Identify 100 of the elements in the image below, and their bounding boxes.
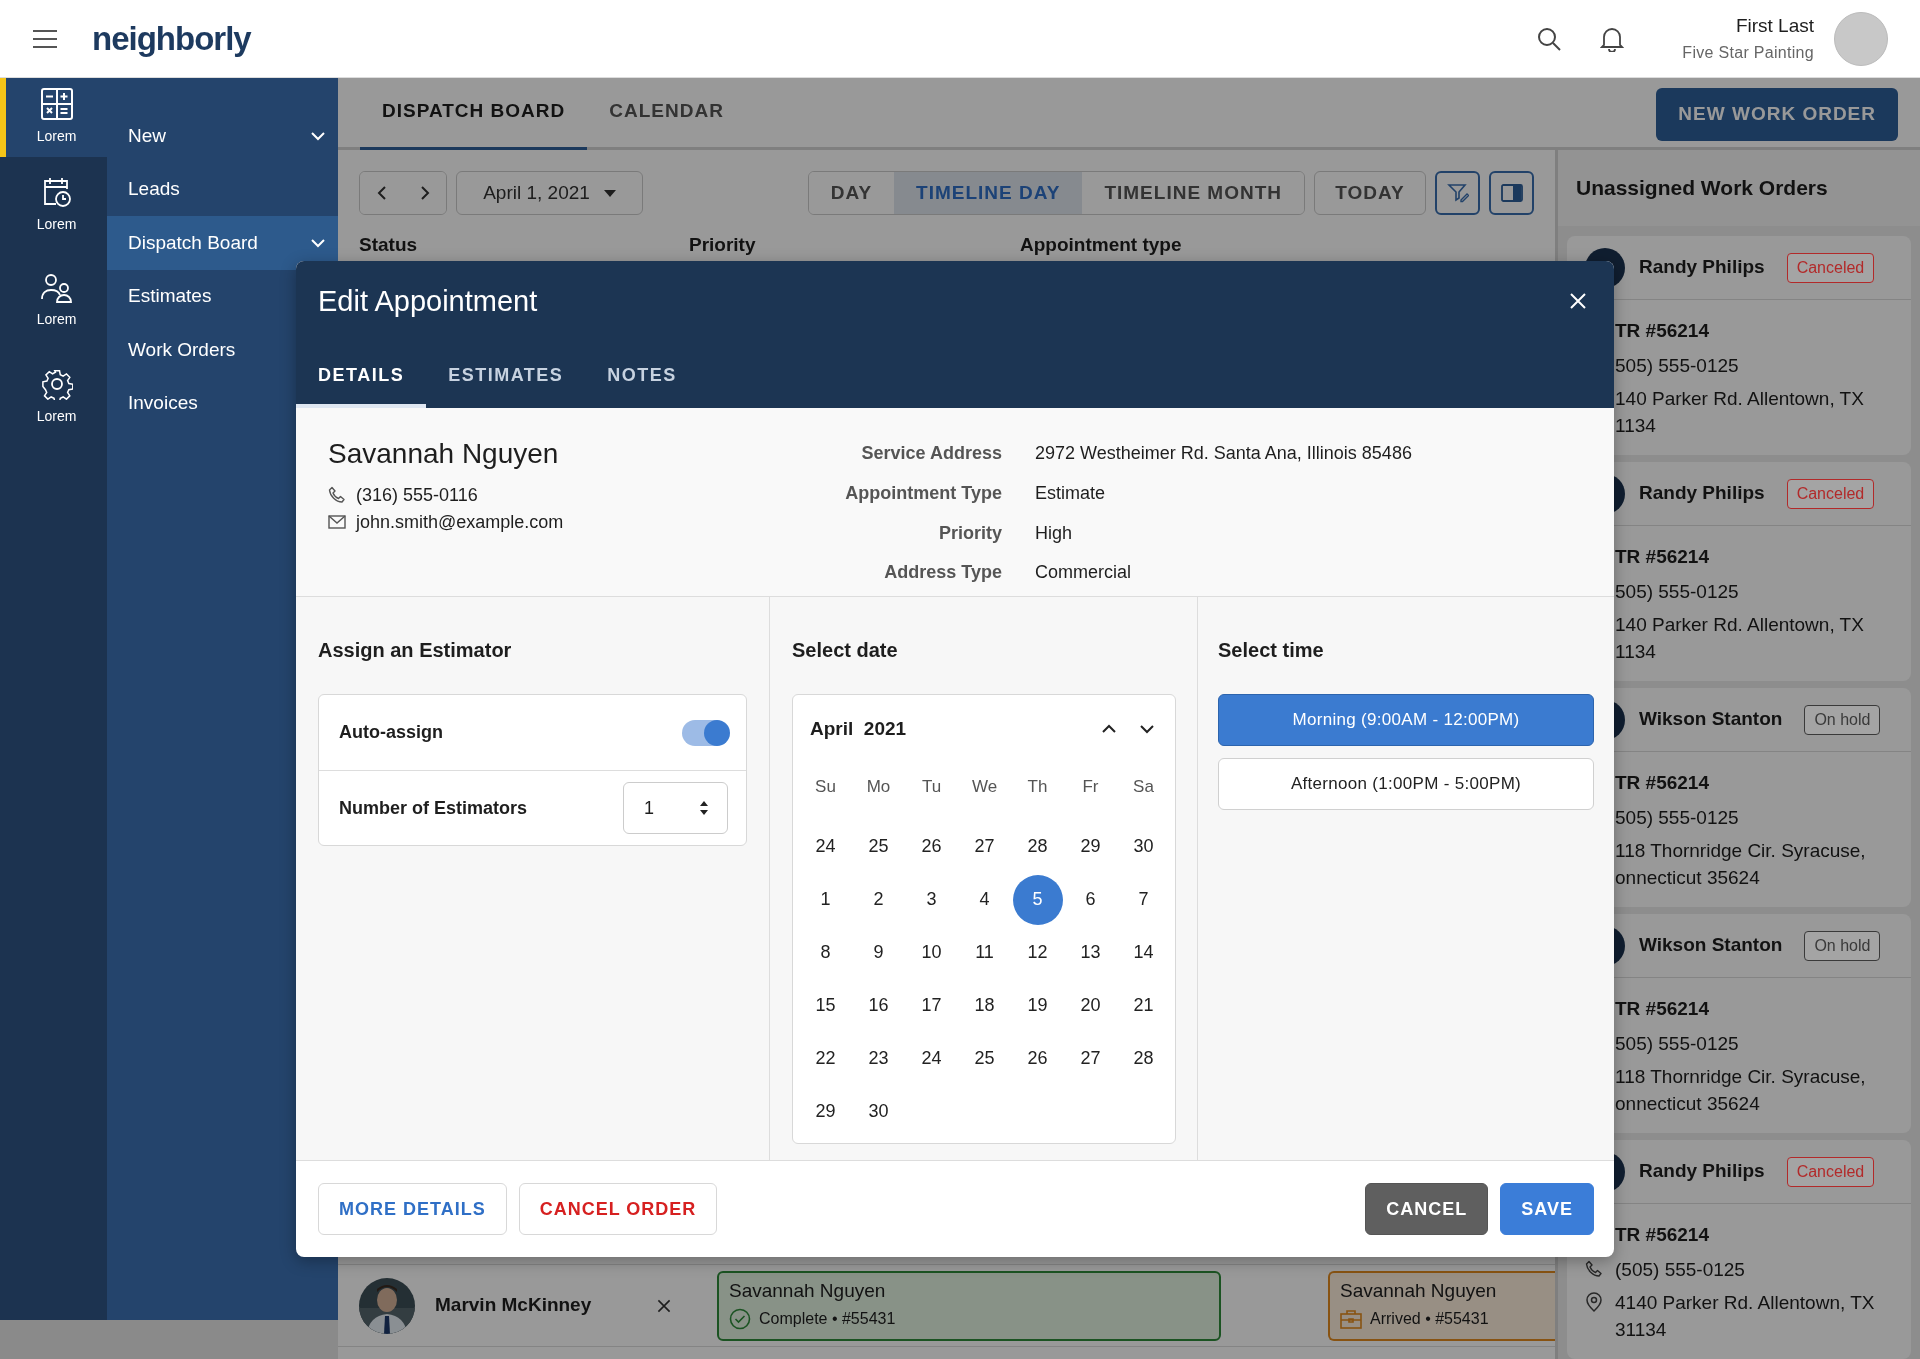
calendar-day[interactable]: 8 — [800, 927, 851, 978]
status-badge: On hold — [1804, 930, 1881, 961]
tab[interactable]: NOTES — [585, 346, 699, 408]
panel-icon — [1500, 184, 1523, 202]
calendar-day[interactable]: 15 — [800, 980, 851, 1031]
appointment-card[interactable]: Savannah Nguyen Complete • #55431 — [717, 1270, 1221, 1341]
tab[interactable]: DISPATCH BOARD — [360, 96, 588, 150]
calendar-day[interactable]: 4 — [959, 874, 1010, 925]
address: 140 Parker Rd. Allentown, TX 1134 — [1615, 613, 1864, 664]
calendar-day[interactable]: 18 — [959, 980, 1010, 1031]
calendar-day[interactable]: 26 — [1012, 1033, 1063, 1084]
calendar-day[interactable]: 19 — [1012, 980, 1063, 1031]
phone-icon — [1585, 1260, 1603, 1278]
time-slot-button[interactable]: Morning (9:00AM - 12:00PM) — [1218, 694, 1594, 746]
order-number: TR #56214 — [1615, 545, 1709, 569]
phone-number: 505) 555-0125 — [1615, 580, 1739, 604]
calendar-day[interactable]: 9 — [853, 927, 904, 978]
calendar-day[interactable]: 25 — [853, 821, 904, 872]
bell-icon[interactable] — [1600, 25, 1625, 52]
calendar-day[interactable]: 14 — [1118, 927, 1169, 978]
pin-icon — [1585, 1292, 1603, 1312]
customer-name: Wikson Stanton — [1639, 933, 1783, 958]
customer-name: Savannah Nguyen — [729, 1278, 887, 1303]
close-icon — [1568, 291, 1588, 311]
status-badge: Canceled — [1786, 478, 1875, 509]
tab[interactable]: ESTIMATES — [426, 346, 586, 408]
calendar-day[interactable]: 25 — [959, 1033, 1010, 1084]
calendar-day[interactable]: 13 — [1065, 927, 1116, 978]
calendar-day[interactable]: 12 — [1012, 927, 1063, 978]
phone-number: (505) 555-0125 — [1615, 1258, 1745, 1282]
address: 118 Thornridge Cir. Syracuse, onnecticut 35624 — [1615, 839, 1866, 890]
panel-toggle-button[interactable] — [1489, 171, 1534, 215]
calendar-day[interactable]: 7 — [1118, 874, 1169, 925]
column-header: Status — [359, 233, 419, 257]
rail-item[interactable]: Lorem — [0, 78, 107, 157]
appointment-status: Arrived • #55431 — [1370, 1308, 1489, 1329]
calendar-day[interactable]: 24 — [906, 1033, 957, 1084]
more-details-button[interactable]: MORE DETAILS — [318, 1183, 507, 1235]
new-work-order-button[interactable]: NEW WORK ORDER — [1656, 88, 1898, 141]
calendar-day[interactable]: 3 — [906, 874, 957, 925]
calendar-day[interactable]: 22 — [800, 1033, 851, 1084]
rail-item[interactable]: Lorem — [0, 349, 107, 445]
filter-button[interactable] — [1435, 171, 1480, 215]
calendar-day[interactable]: 5 — [1012, 874, 1063, 925]
calendar-day[interactable]: 1 — [800, 874, 851, 925]
appointment-status: Complete • #55431 — [759, 1308, 896, 1329]
calendar-day[interactable]: 27 — [959, 821, 1010, 872]
nav-item[interactable]: New — [107, 109, 338, 163]
calendar-day[interactable]: 17 — [906, 980, 957, 1031]
customer-name: Randy Philips — [1639, 255, 1765, 280]
calendar-day[interactable]: 30 — [1118, 821, 1169, 872]
chevron-right-icon — [419, 185, 430, 201]
field-value: Commercial — [1035, 561, 1132, 585]
rail-item[interactable]: Lorem — [0, 253, 107, 349]
field-value: 2972 Westheimer Rd. Santa Ana, Illinois 85486 — [1035, 442, 1412, 465]
cancel-button[interactable]: CANCEL — [1365, 1183, 1489, 1235]
menu-icon[interactable] — [32, 28, 58, 49]
calendar-day[interactable]: 16 — [853, 980, 904, 1031]
today-button[interactable]: TODAY — [1314, 171, 1426, 215]
calendar-day[interactable]: 28 — [1012, 821, 1063, 872]
calendar-day[interactable]: 29 — [800, 1086, 851, 1137]
nav-item[interactable]: Leads — [107, 162, 338, 216]
month-label: April 2021 — [810, 716, 907, 741]
calendar-day[interactable]: 6 — [1065, 874, 1116, 925]
remove-icon[interactable] — [656, 1297, 672, 1314]
order-number: TR #56214 — [1615, 997, 1709, 1021]
calendar-day[interactable]: 23 — [853, 1033, 904, 1084]
calculator-icon — [40, 88, 73, 120]
rail-item[interactable]: Lorem — [0, 157, 107, 253]
phone-number: 505) 555-0125 — [1615, 806, 1739, 830]
section-title: Select time — [1218, 638, 1325, 663]
calendar-day[interactable]: 10 — [906, 927, 957, 978]
person-name: Marvin McKinney — [435, 1293, 593, 1318]
calendar-day[interactable]: 20 — [1065, 980, 1116, 1031]
save-button[interactable]: SAVE — [1500, 1183, 1594, 1235]
weekday-label: Su — [815, 776, 836, 799]
appointment-card[interactable]: Savannah Nguyen Arrived • #55431 — [1328, 1270, 1555, 1341]
calendar-day[interactable]: 28 — [1118, 1033, 1169, 1084]
dialog-title: Edit Appointment — [318, 284, 538, 319]
toggle-switch[interactable] — [682, 719, 728, 746]
weekday-label: Th — [1027, 776, 1048, 799]
cancel-order-button[interactable]: CANCEL ORDER — [518, 1183, 718, 1235]
calendar-day[interactable]: 11 — [959, 927, 1010, 978]
customer-name: Randy Philips — [1639, 481, 1765, 506]
calendar-day[interactable]: 29 — [1065, 821, 1116, 872]
weekday-label: Tu — [921, 776, 942, 799]
calendar-day[interactable]: 24 — [800, 821, 851, 872]
search-icon[interactable] — [1536, 25, 1563, 52]
time-slot-button[interactable]: Afternoon (1:00PM - 5:00PM) — [1218, 758, 1594, 810]
tab[interactable]: CALENDAR — [587, 96, 746, 150]
number-field[interactable]: 1 — [623, 782, 728, 834]
date-dropdown[interactable]: April 1, 2021 — [456, 171, 643, 215]
calendar-day[interactable]: 30 — [853, 1086, 904, 1137]
calendar-day[interactable]: 21 — [1118, 980, 1169, 1031]
calendar-day[interactable]: 27 — [1065, 1033, 1116, 1084]
calendar-day[interactable]: 2 — [853, 874, 904, 925]
nav-item[interactable]: Dispatch Board — [107, 216, 338, 270]
customer-name: Savannah Nguyen — [1340, 1278, 1498, 1303]
calendar-day[interactable]: 26 — [906, 821, 957, 872]
weekday-label: Mo — [866, 776, 891, 799]
